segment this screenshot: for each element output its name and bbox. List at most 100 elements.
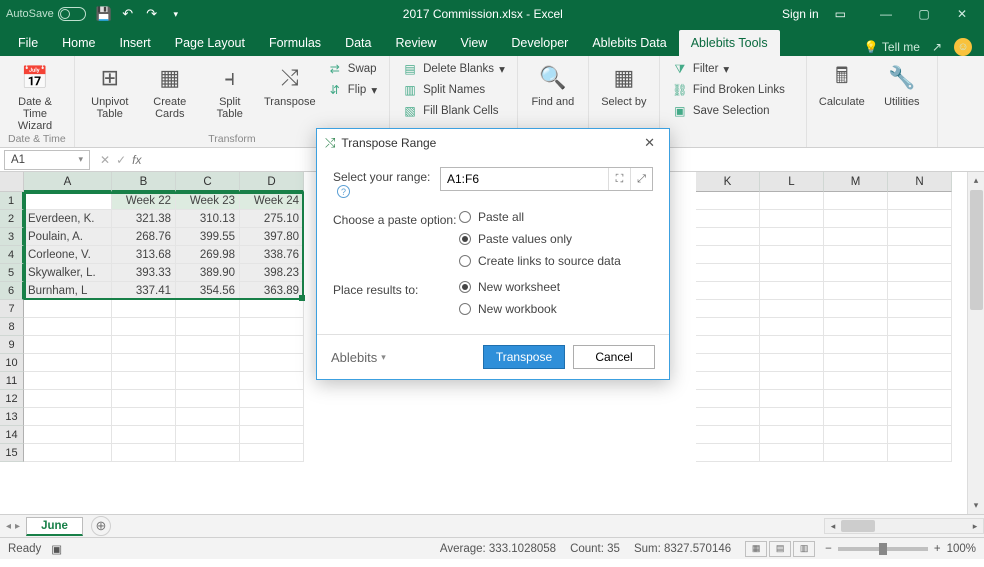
cell[interactable] <box>24 390 112 408</box>
cell[interactable] <box>824 246 888 264</box>
cell[interactable] <box>112 354 176 372</box>
cell[interactable] <box>888 264 952 282</box>
cell[interactable]: Skywalker, L. <box>24 264 112 282</box>
fill-blank-button[interactable]: ▧Fill Blank Cells <box>398 102 509 120</box>
cell[interactable] <box>112 318 176 336</box>
cell[interactable] <box>696 228 760 246</box>
cell[interactable] <box>824 210 888 228</box>
cell[interactable] <box>760 318 824 336</box>
minimize-button[interactable]: — <box>870 4 902 24</box>
cell[interactable] <box>760 354 824 372</box>
scroll-thumb[interactable] <box>970 190 983 310</box>
tab-view[interactable]: View <box>448 30 499 56</box>
cell[interactable] <box>888 426 952 444</box>
cell[interactable]: 269.98 <box>176 246 240 264</box>
cell[interactable] <box>240 336 304 354</box>
tell-me[interactable]: 💡 Tell me <box>864 40 920 54</box>
cell[interactable] <box>824 318 888 336</box>
row-header[interactable]: 11 <box>0 372 24 390</box>
cell[interactable] <box>888 372 952 390</box>
cell[interactable]: Burnham, L <box>24 282 112 300</box>
cell[interactable] <box>696 336 760 354</box>
calculate-button[interactable]: 🖩 Calculate <box>815 60 869 132</box>
cell[interactable] <box>888 210 952 228</box>
undo-icon[interactable]: ↶ <box>120 6 136 22</box>
utilities-button[interactable]: 🔧 Utilities <box>875 60 929 132</box>
tab-data[interactable]: Data <box>333 30 383 56</box>
cell[interactable] <box>176 318 240 336</box>
cell[interactable]: Poulain, A. <box>24 228 112 246</box>
cell[interactable] <box>824 408 888 426</box>
cell[interactable] <box>176 426 240 444</box>
transpose-confirm-button[interactable]: Transpose <box>483 345 565 369</box>
cell[interactable] <box>24 300 112 318</box>
cell[interactable] <box>760 282 824 300</box>
find-broken-links-button[interactable]: ⛓Find Broken Links <box>668 81 798 99</box>
cell[interactable]: 275.10 <box>240 210 304 228</box>
cell[interactable] <box>176 336 240 354</box>
cell[interactable]: 310.13 <box>176 210 240 228</box>
unpivot-button[interactable]: ⊞ Unpivot Table <box>83 60 137 132</box>
col-header[interactable]: M <box>824 172 888 192</box>
cell[interactable] <box>824 426 888 444</box>
cell[interactable] <box>760 390 824 408</box>
name-box[interactable]: A1 ▾ <box>4 150 90 170</box>
cell[interactable]: 398.23 <box>240 264 304 282</box>
cell[interactable]: 393.33 <box>112 264 176 282</box>
autosave-switch[interactable] <box>58 7 86 21</box>
sheet-nav-last-icon[interactable]: ▸ <box>15 521 20 532</box>
view-page-layout-button[interactable]: ▤ <box>769 541 791 557</box>
cell[interactable] <box>760 192 824 210</box>
row-header[interactable]: 8 <box>0 318 24 336</box>
col-header[interactable]: N <box>888 172 952 192</box>
cell[interactable] <box>824 228 888 246</box>
radio-new-worksheet[interactable]: New worksheet <box>459 280 560 294</box>
tab-ablebits-tools[interactable]: Ablebits Tools <box>679 30 780 56</box>
select-by-button[interactable]: ▦ Select by <box>597 60 651 132</box>
cell[interactable] <box>696 264 760 282</box>
cell[interactable] <box>824 264 888 282</box>
cell[interactable] <box>24 426 112 444</box>
hscroll-thumb[interactable] <box>841 520 875 532</box>
row-header[interactable]: 15 <box>0 444 24 462</box>
cell[interactable] <box>176 408 240 426</box>
cell[interactable] <box>240 372 304 390</box>
row-header[interactable]: 10 <box>0 354 24 372</box>
tab-file[interactable]: File <box>6 30 50 56</box>
radio-paste-values[interactable]: Paste values only <box>459 232 621 246</box>
cell[interactable] <box>824 372 888 390</box>
cancel-button[interactable]: Cancel <box>573 345 655 369</box>
collapse-dialog-icon[interactable]: ⛶ <box>608 168 630 190</box>
scroll-up-icon[interactable]: ▴ <box>968 172 984 189</box>
row-header[interactable]: 6 <box>0 282 24 300</box>
redo-icon[interactable]: ↷ <box>144 6 160 22</box>
cell[interactable]: 397.80 <box>240 228 304 246</box>
cell[interactable] <box>888 192 952 210</box>
autosave-toggle[interactable]: AutoSave <box>6 7 86 21</box>
create-cards-button[interactable]: ▦ Create Cards <box>143 60 197 132</box>
cell[interactable]: Corleone, V. <box>24 246 112 264</box>
cell[interactable] <box>24 444 112 462</box>
cell[interactable] <box>888 318 952 336</box>
cell[interactable] <box>760 228 824 246</box>
cell[interactable] <box>176 372 240 390</box>
cell[interactable] <box>760 300 824 318</box>
cell[interactable] <box>112 300 176 318</box>
cell[interactable] <box>240 354 304 372</box>
qat-dropdown-icon[interactable]: ▾ <box>168 6 184 22</box>
cell[interactable] <box>696 210 760 228</box>
cell[interactable] <box>824 192 888 210</box>
date-time-wizard-button[interactable]: 📅 Date & Time Wizard <box>8 60 62 132</box>
view-page-break-button[interactable]: ▥ <box>793 541 815 557</box>
cell[interactable] <box>824 390 888 408</box>
row-header[interactable]: 9 <box>0 336 24 354</box>
col-header[interactable]: B <box>112 172 176 192</box>
scroll-left-icon[interactable]: ◂ <box>825 521 841 532</box>
cell[interactable] <box>240 408 304 426</box>
cell[interactable]: Week 24 <box>240 192 304 210</box>
cell[interactable] <box>824 354 888 372</box>
radio-paste-all[interactable]: Paste all <box>459 210 621 224</box>
cell[interactable] <box>696 300 760 318</box>
cell[interactable] <box>888 300 952 318</box>
cell[interactable] <box>112 390 176 408</box>
